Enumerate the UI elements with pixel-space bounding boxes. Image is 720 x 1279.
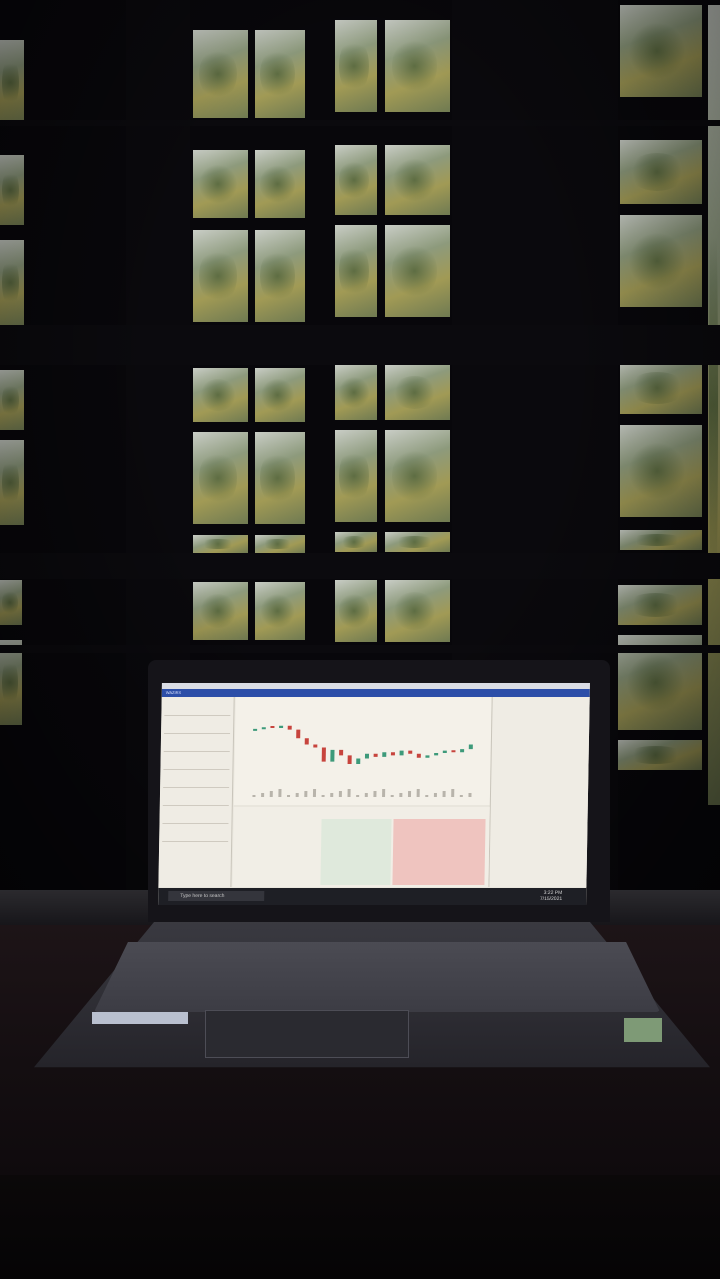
photo-scene: WAZIRX Type here to search 3:22 PM 7/15/… xyxy=(0,0,720,1279)
chart-candle xyxy=(451,750,456,753)
chart-volume-bar xyxy=(451,789,455,797)
taskbar-date: 7/15/2021 xyxy=(539,896,563,902)
chart-volume-bar xyxy=(399,793,403,797)
chart-candle xyxy=(382,752,387,757)
laptop-sticker xyxy=(92,1012,188,1024)
chart-candle xyxy=(261,727,266,730)
chart-candle xyxy=(321,747,326,762)
chart-volume-bar xyxy=(459,795,463,797)
list-divider xyxy=(163,787,230,788)
chart-volume-bar xyxy=(295,793,299,797)
chart-volume-bar xyxy=(442,791,446,797)
chart-volume-bar xyxy=(330,793,334,797)
list-divider xyxy=(164,733,231,734)
list-divider xyxy=(162,805,229,806)
chart-volume-bar xyxy=(338,791,342,797)
desk-edge xyxy=(0,1175,720,1279)
chart-volume-bar xyxy=(416,789,420,797)
chart-volume-bar xyxy=(261,793,265,797)
chart-candle xyxy=(253,728,258,731)
trade-panel xyxy=(488,697,590,887)
list-divider xyxy=(163,751,230,752)
chart-candle xyxy=(304,738,309,745)
chart-candle xyxy=(460,749,465,753)
chart-candle xyxy=(442,750,447,754)
taskbar-clock: 3:22 PM 7/15/2021 xyxy=(540,890,562,902)
laptop-keyboard xyxy=(94,942,660,1012)
taskbar-search-label: Type here to search xyxy=(180,893,225,899)
chart-candle xyxy=(434,753,439,756)
chart-candle xyxy=(313,744,318,748)
chart-candle xyxy=(416,753,421,758)
chart-candle xyxy=(270,726,275,729)
app-name: WAZIRX xyxy=(165,690,182,695)
chart-volume-bar xyxy=(407,791,412,797)
chart-candle xyxy=(279,725,284,729)
chart-candle xyxy=(356,758,361,764)
chart-volume-bar xyxy=(468,793,472,797)
app-nav-bar: WAZIRX xyxy=(161,689,590,697)
chart-volume-bar xyxy=(304,791,308,797)
chart-volume-bar xyxy=(390,795,394,797)
order-book xyxy=(232,807,490,887)
chart-volume-bar xyxy=(425,795,429,797)
chart-volume-bar xyxy=(252,795,256,797)
chart-volume-bar xyxy=(287,795,291,797)
chart-volume-bar xyxy=(278,789,282,797)
order-book-bids xyxy=(320,819,392,885)
chart-volume-bar xyxy=(364,793,368,797)
chart-candle xyxy=(330,749,335,762)
chart-candle xyxy=(347,755,352,764)
list-divider xyxy=(163,769,230,770)
laptop-touchpad xyxy=(205,1010,409,1058)
chart-volume-bar xyxy=(321,795,325,797)
chart-candle xyxy=(425,755,430,758)
laptop-sticker xyxy=(624,1018,662,1042)
windows-taskbar: Type here to search 3:22 PM 7/15/2021 xyxy=(158,888,587,905)
price-chart xyxy=(233,697,492,805)
list-divider xyxy=(164,715,231,716)
chart-candle xyxy=(339,749,344,756)
chart-candle xyxy=(287,725,292,730)
chart-candle xyxy=(468,744,473,750)
chart-volume-bar xyxy=(269,791,273,797)
chart-volume-bar xyxy=(347,789,351,797)
chart-candle xyxy=(364,753,370,759)
chart-candle xyxy=(390,752,395,756)
chart-volume-bar xyxy=(312,789,317,797)
list-divider xyxy=(162,823,229,824)
chart-volume-bar xyxy=(356,795,360,797)
chart-candle xyxy=(408,750,413,754)
chart-candle xyxy=(373,753,378,757)
chart-candle xyxy=(296,729,301,739)
laptop-screen: WAZIRX Type here to search 3:22 PM 7/15/… xyxy=(158,683,590,905)
order-book-asks xyxy=(392,819,486,885)
chart-volume-bar xyxy=(373,791,377,797)
chart-volume-bar xyxy=(433,793,437,797)
market-list xyxy=(158,697,235,887)
price-chart-svg xyxy=(252,725,473,797)
chart-candle xyxy=(399,750,404,756)
list-divider xyxy=(162,841,229,842)
chart-volume-bar xyxy=(382,789,386,797)
